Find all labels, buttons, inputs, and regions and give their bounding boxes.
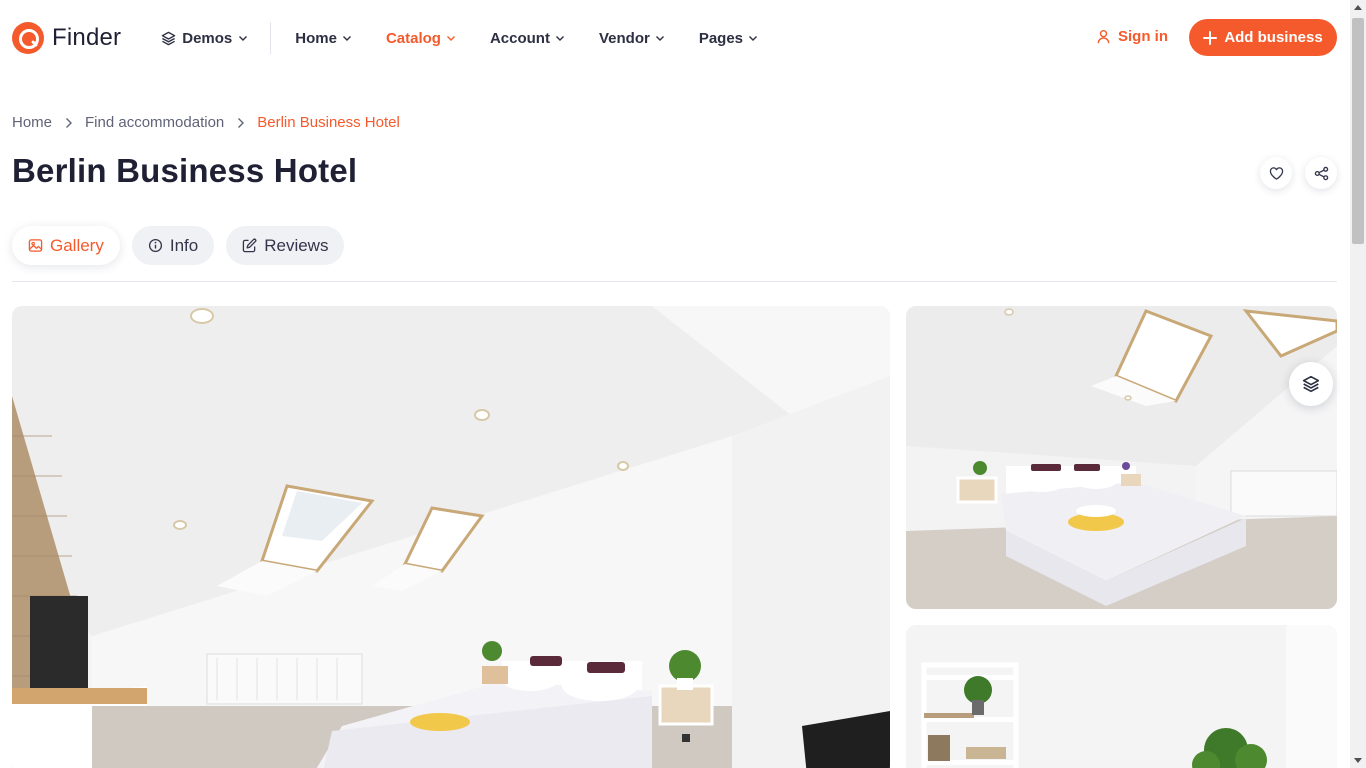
add-business-button[interactable]: Add business: [1189, 19, 1337, 56]
layers-icon: [1302, 375, 1320, 393]
section-divider: [12, 281, 1337, 282]
tab-gallery-label: Gallery: [50, 235, 104, 255]
gallery-main-photo[interactable]: [12, 306, 890, 768]
share-icon: [1314, 166, 1328, 180]
living-room-photo: [906, 625, 1337, 768]
share-button[interactable]: [1305, 157, 1337, 189]
scroll-down-arrow[interactable]: [1354, 758, 1362, 763]
nav-demos[interactable]: Demos: [161, 30, 248, 47]
tab-reviews-label: Reviews: [264, 235, 329, 255]
breadcrumb: Home Find accommodation Berlin Business …: [12, 114, 400, 131]
main-nav: Demos Home Catalog Account Vendor Pages: [161, 0, 758, 76]
nav-vendor[interactable]: Vendor: [599, 30, 665, 47]
sign-in-label: Sign in: [1118, 28, 1168, 45]
chevron-right-icon: [66, 117, 73, 128]
favorite-button[interactable]: [1260, 157, 1292, 189]
nav-demos-label: Demos: [182, 29, 233, 47]
nav-catalog-label: Catalog: [385, 29, 441, 47]
image-icon: [28, 239, 43, 252]
sign-in-link[interactable]: Sign in: [1096, 28, 1168, 45]
breadcrumb-home[interactable]: Home: [12, 114, 52, 131]
chevron-down-icon: [446, 36, 455, 41]
chevron-down-icon: [749, 36, 758, 41]
logo-text: Finder: [52, 24, 122, 51]
gallery-view-all-button[interactable]: [1289, 362, 1333, 406]
chevron-down-icon: [239, 36, 248, 41]
scroll-up-arrow[interactable]: [1354, 5, 1362, 10]
nav-vendor-label: Vendor: [598, 29, 650, 47]
add-business-label: Add business: [1224, 29, 1323, 46]
chevron-down-icon: [342, 36, 351, 41]
tab-info-label: Info: [169, 235, 199, 255]
breadcrumb-find-accommodation[interactable]: Find accommodation: [85, 114, 224, 131]
page-scrollbar[interactable]: [1350, 0, 1366, 768]
nav-pages[interactable]: Pages: [699, 30, 758, 47]
user-icon: [1097, 29, 1110, 44]
page-title: Berlin Business Hotel: [12, 152, 358, 189]
logo[interactable]: Finder: [12, 22, 121, 54]
gallery-side-photo-1[interactable]: [906, 306, 1337, 609]
nav-home-label: Home: [295, 29, 337, 47]
info-icon: [148, 238, 162, 253]
bedroom-photo-2: [906, 306, 1337, 609]
nav-catalog[interactable]: Catalog: [386, 30, 456, 47]
bedroom-photo: [12, 306, 890, 768]
tab-info[interactable]: Info: [131, 226, 215, 265]
nav-account[interactable]: Account: [490, 30, 565, 47]
nav-home[interactable]: Home: [295, 30, 352, 47]
tab-gallery[interactable]: Gallery: [12, 226, 120, 265]
edit-icon: [242, 238, 257, 253]
layers-icon: [161, 31, 176, 45]
breadcrumb-current: Berlin Business Hotel: [257, 114, 400, 131]
chevron-down-icon: [655, 36, 664, 41]
plus-icon: [1203, 30, 1218, 45]
nav-pages-label: Pages: [698, 29, 744, 47]
detail-tabs: Gallery Info Reviews: [12, 226, 345, 265]
nav-account-label: Account: [489, 29, 550, 47]
chevron-down-icon: [555, 36, 564, 41]
gallery-side-photo-2[interactable]: [906, 625, 1337, 768]
chevron-right-icon: [238, 117, 245, 128]
logo-search-icon: [12, 22, 44, 54]
heart-icon: [1269, 166, 1283, 180]
nav-divider: [270, 22, 272, 54]
scrollbar-thumb[interactable]: [1352, 18, 1364, 244]
tab-reviews[interactable]: Reviews: [226, 226, 345, 265]
